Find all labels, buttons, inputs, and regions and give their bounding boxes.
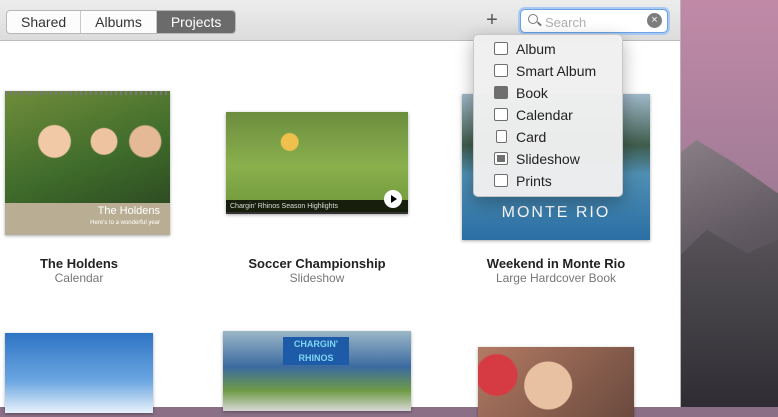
menu-item-label: Calendar	[516, 107, 573, 123]
add-project-menu: Album Smart Album Book Calendar Card Sli…	[473, 34, 623, 197]
calendar-cover-footer: The Holdens Here's to a wonderful year	[5, 203, 170, 235]
project-thumbnail-holdens[interactable]: The Holdens Here's to a wonderful year	[5, 91, 170, 235]
book-icon	[494, 86, 508, 99]
menu-item-book[interactable]: Book	[474, 82, 622, 104]
menu-item-calendar[interactable]: Calendar	[474, 104, 622, 126]
prints-icon	[494, 174, 508, 187]
photos-window: Shared Albums Projects + × The Holdens H…	[0, 0, 681, 417]
menu-item-label: Book	[516, 85, 548, 101]
team-banner: CHARGIN' RHINOS	[283, 337, 349, 365]
search-icon	[528, 14, 538, 24]
calendar-icon	[494, 108, 508, 121]
menu-item-label: Card	[516, 129, 547, 145]
project-title: Weekend in Monte Rio	[486, 256, 626, 271]
menu-item-card[interactable]: Card	[474, 126, 622, 148]
slideshow-caption-bar: Chargin' Rhinos Season Highlights	[226, 190, 408, 214]
project-thumbnail-soccer[interactable]: Chargin' Rhinos Season Highlights	[226, 112, 408, 214]
calendar-rings	[5, 91, 170, 95]
project-title: Soccer Championship	[248, 256, 386, 271]
menu-item-label: Prints	[516, 173, 552, 189]
book-cover-title: MONTE RIO	[501, 204, 611, 221]
calendar-cover-caption: Here's to a wonderful year	[90, 220, 160, 226]
menu-item-prints[interactable]: Prints	[474, 170, 622, 192]
project-title: The Holdens	[39, 256, 118, 271]
project-subtitle: Large Hardcover Book	[495, 271, 617, 285]
menu-item-album[interactable]: Album	[474, 38, 622, 60]
soccer-photo	[226, 112, 408, 212]
tab-albums[interactable]: Albums	[81, 11, 157, 33]
search-field: ×	[520, 9, 668, 33]
menu-item-label: Album	[516, 41, 556, 57]
slideshow-icon	[494, 152, 508, 165]
view-segmented-control: Shared Albums Projects	[6, 10, 237, 34]
search-input[interactable]	[543, 12, 647, 32]
project-thumbnail-4[interactable]	[5, 333, 153, 413]
play-icon[interactable]	[384, 190, 402, 208]
slideshow-caption: Chargin' Rhinos Season Highlights	[230, 203, 338, 210]
menu-item-label: Slideshow	[516, 151, 580, 167]
clear-icon[interactable]: ×	[647, 13, 662, 28]
calendar-photo	[5, 91, 170, 203]
menu-item-label: Smart Album	[516, 63, 597, 79]
project-subtitle: Slideshow	[289, 271, 345, 285]
menu-item-slideshow[interactable]: Slideshow	[474, 148, 622, 170]
tab-shared[interactable]: Shared	[7, 11, 82, 33]
menu-item-smart-album[interactable]: Smart Album	[474, 60, 622, 82]
calendar-cover-title: The Holdens	[97, 205, 160, 217]
album-icon	[494, 42, 508, 55]
project-subtitle: Calendar	[54, 271, 104, 285]
add-button[interactable]: +	[478, 9, 506, 33]
card-icon	[496, 130, 507, 143]
smart-album-icon	[494, 64, 508, 77]
tab-projects[interactable]: Projects	[156, 11, 236, 33]
project-thumbnail-5[interactable]: CHARGIN' RHINOS	[223, 331, 411, 411]
